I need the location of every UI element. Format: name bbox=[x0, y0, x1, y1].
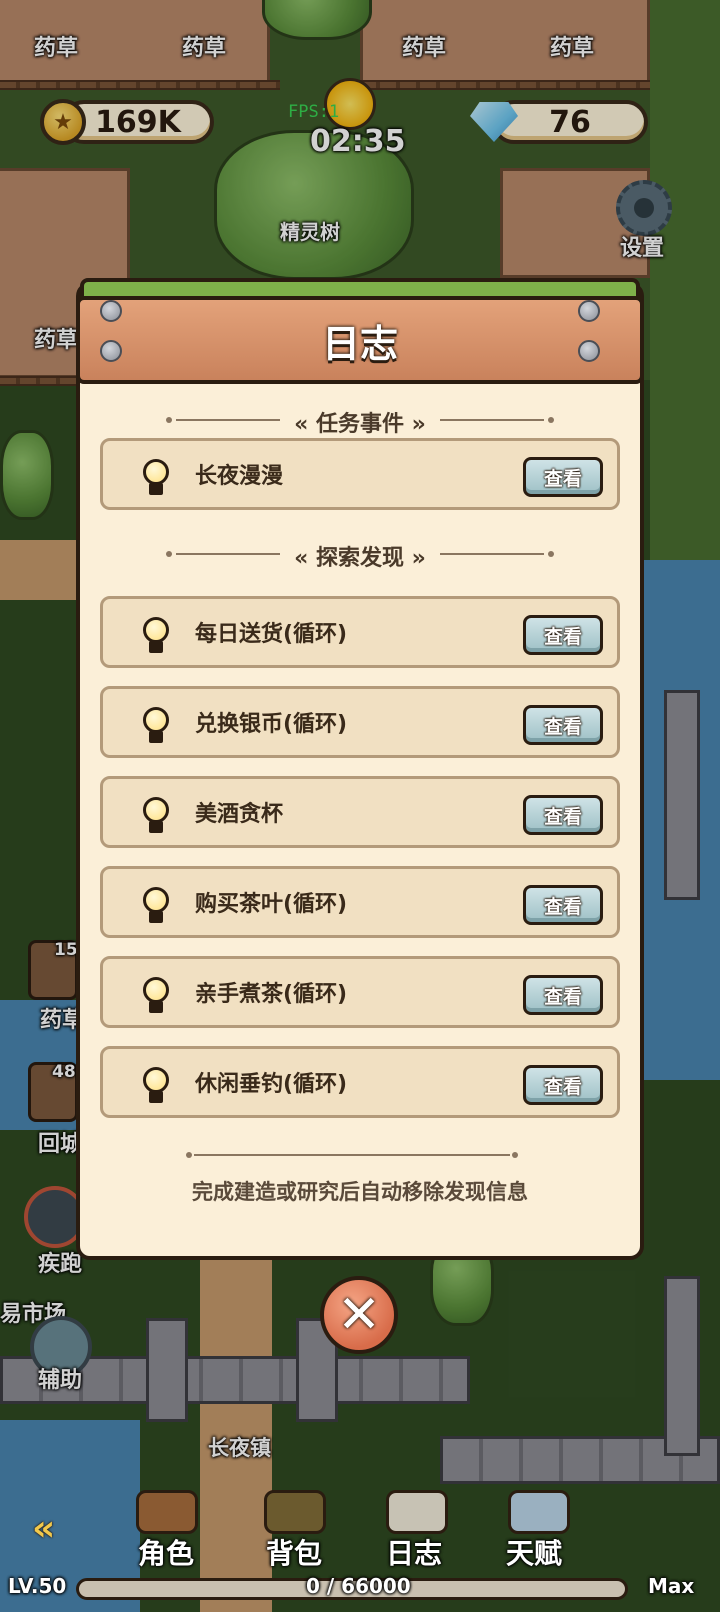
journal-icon[interactable] bbox=[386, 1490, 448, 1534]
discovery-row[interactable]: 每日送货(循环) 查看 bbox=[100, 596, 620, 668]
nav-journal[interactable]: 日志 bbox=[386, 1532, 442, 1572]
footer-note: 完成建造或研究后自动移除发现信息 bbox=[192, 1180, 528, 1204]
section-title-tasks: « 任务事件 » bbox=[294, 412, 426, 437]
discovery-row[interactable]: 亲手煮茶(循环) 查看 bbox=[100, 956, 620, 1028]
quest-name: 长夜漫漫 bbox=[195, 464, 284, 489]
nav-talent[interactable]: 天赋 bbox=[506, 1532, 562, 1572]
back-arrow-icon[interactable]: « bbox=[32, 1508, 55, 1549]
quest-row[interactable]: 长夜漫漫 查看 bbox=[100, 438, 620, 510]
xp-text: 0 / 66000 bbox=[306, 1574, 411, 1598]
lightbulb-icon bbox=[139, 975, 173, 1015]
divider-dot bbox=[512, 1152, 518, 1158]
discovery-name: 休闲垂钓(循环) bbox=[195, 1072, 348, 1097]
bolt-icon bbox=[578, 340, 600, 362]
discovery-row[interactable]: 购买茶叶(循环) 查看 bbox=[100, 866, 620, 938]
lightbulb-icon bbox=[139, 1065, 173, 1105]
close-button[interactable]: ✕ bbox=[320, 1276, 398, 1354]
discovery-name: 每日送货(循环) bbox=[195, 622, 348, 647]
backpack-icon[interactable] bbox=[264, 1490, 326, 1534]
bolt-icon bbox=[100, 300, 122, 322]
lightbulb-icon bbox=[139, 795, 173, 835]
view-button[interactable]: 查看 bbox=[523, 975, 603, 1015]
view-button[interactable]: 查看 bbox=[523, 705, 603, 745]
section-tasks-text: 任务事件 bbox=[315, 412, 404, 437]
close-icon: ✕ bbox=[337, 1285, 381, 1345]
discovery-row[interactable]: 美酒贪杯 查看 bbox=[100, 776, 620, 848]
lightbulb-icon bbox=[139, 885, 173, 925]
nav-backpack[interactable]: 背包 bbox=[266, 1532, 322, 1572]
discovery-name: 购买茶叶(循环) bbox=[195, 892, 348, 917]
view-button[interactable]: 查看 bbox=[523, 795, 603, 835]
bolt-icon bbox=[578, 300, 600, 322]
view-button[interactable]: 查看 bbox=[523, 1065, 603, 1105]
dialog-header: 日志 bbox=[76, 296, 644, 384]
section-title-explore: « 探索发现 » bbox=[294, 546, 426, 571]
nav-character[interactable]: 角色 bbox=[138, 1532, 194, 1572]
view-button[interactable]: 查看 bbox=[523, 615, 603, 655]
discovery-name: 兑换银币(循环) bbox=[195, 712, 348, 737]
lightbulb-icon bbox=[139, 705, 173, 745]
section-explore-text: 探索发现 bbox=[315, 546, 404, 571]
bolt-icon bbox=[100, 340, 122, 362]
discovery-row[interactable]: 兑换银币(循环) 查看 bbox=[100, 686, 620, 758]
level-label: LV.50 bbox=[8, 1574, 67, 1598]
view-button[interactable]: 查看 bbox=[523, 885, 603, 925]
talent-icon[interactable] bbox=[508, 1490, 570, 1534]
max-label: Max bbox=[648, 1574, 695, 1598]
discovery-name: 美酒贪杯 bbox=[195, 802, 284, 827]
dialog-title: 日志 bbox=[321, 321, 398, 366]
lightbulb-icon bbox=[139, 615, 173, 655]
view-button[interactable]: 查看 bbox=[523, 457, 603, 497]
character-icon[interactable] bbox=[136, 1490, 198, 1534]
divider-dot bbox=[186, 1152, 192, 1158]
lightbulb-icon bbox=[139, 457, 173, 497]
discovery-row[interactable]: 休闲垂钓(循环) 查看 bbox=[100, 1046, 620, 1118]
discovery-name: 亲手煮茶(循环) bbox=[195, 982, 348, 1007]
divider-line bbox=[194, 1154, 510, 1156]
